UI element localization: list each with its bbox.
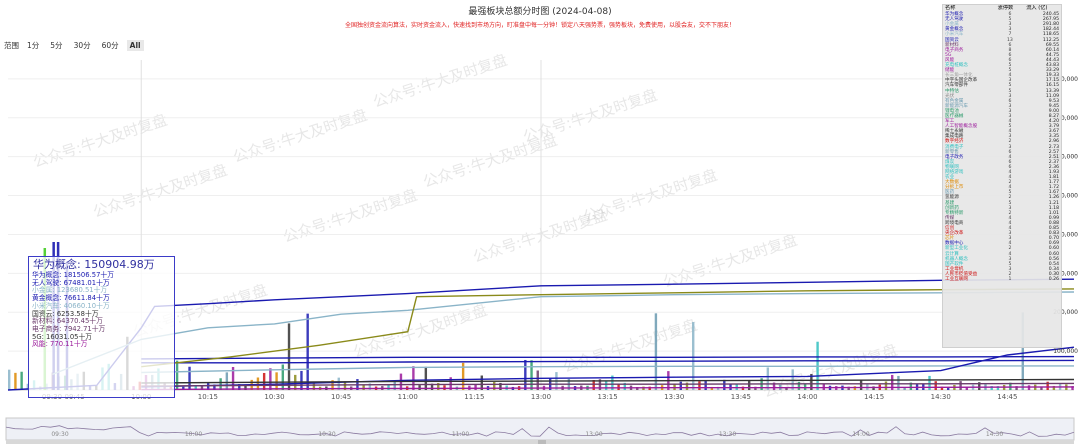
x-tick-label: 13:00 bbox=[531, 393, 551, 401]
navigator-tick-label: 09:30 bbox=[51, 431, 68, 438]
volume-bar bbox=[269, 368, 272, 390]
volume-bar bbox=[275, 372, 278, 390]
volume-bar bbox=[287, 323, 291, 390]
navigator-tick-label: 10:00 bbox=[185, 431, 202, 438]
volume-bar bbox=[698, 381, 701, 390]
legend-row[interactable]: 工业互联网 1 0.26 bbox=[943, 277, 1061, 282]
x-tick-label: 13:15 bbox=[598, 393, 618, 401]
tooltip-header: 华为概念: 150904.98万 bbox=[33, 258, 155, 271]
range-button-5m[interactable]: 5分 bbox=[47, 39, 65, 52]
volume-bar bbox=[797, 381, 801, 390]
x-tick-label: 11:00 bbox=[398, 393, 418, 401]
volume-bar bbox=[530, 360, 533, 390]
navigator-tick-label: 11:00 bbox=[452, 431, 469, 438]
navigator-tick-label: 13:30 bbox=[719, 431, 736, 438]
series-line bbox=[141, 355, 1075, 360]
series-line bbox=[141, 386, 1075, 391]
volume-bar bbox=[959, 381, 962, 390]
chart-tooltip: 华为概念: 150904.98万 华为概念: 181506.57十万 无人驾驶: … bbox=[28, 256, 175, 398]
volume-bar bbox=[679, 381, 682, 390]
x-tick-label: 14:45 bbox=[997, 393, 1017, 401]
navigator-tick-label: 13:00 bbox=[585, 431, 602, 438]
y-tick-label: 100,000 bbox=[1053, 348, 1078, 355]
volume-bar bbox=[424, 366, 428, 390]
legend-name: 工业互联网 bbox=[945, 276, 968, 282]
volume-bar bbox=[225, 372, 229, 390]
range-button-60m[interactable]: 60分 bbox=[99, 39, 122, 52]
volume-bar bbox=[704, 380, 707, 390]
volume-bar bbox=[604, 381, 608, 390]
navigator-tick-label: 14:00 bbox=[852, 431, 869, 438]
volume-bar bbox=[256, 377, 260, 390]
volume-bar bbox=[884, 381, 888, 390]
navigator-handle[interactable] bbox=[538, 440, 546, 444]
legend-panel: 名称 涨停数 流入 (亿) 华为概念 6 240.45 无人驾驶 5 267.95 小金属 3… bbox=[942, 4, 1062, 348]
range-button-all[interactable]: All bbox=[126, 40, 144, 51]
volume-bar bbox=[617, 384, 620, 390]
volume-bar bbox=[306, 313, 309, 390]
x-tick-label: 14:15 bbox=[864, 393, 884, 401]
volume-bar bbox=[8, 369, 11, 390]
volume-bar bbox=[822, 383, 826, 390]
navigator-tick-label: 10:30 bbox=[318, 431, 335, 438]
volume-bar bbox=[418, 385, 421, 390]
volume-bar bbox=[300, 370, 303, 390]
x-tick-label: 10:15 bbox=[198, 393, 218, 401]
x-tick-label: 14:30 bbox=[931, 393, 951, 401]
volume-bar bbox=[281, 364, 285, 390]
x-tick-label: 13:45 bbox=[731, 393, 751, 401]
volume-bar bbox=[692, 322, 695, 390]
volume-bar bbox=[20, 371, 23, 390]
volume-bar bbox=[654, 313, 658, 390]
volume-bar bbox=[536, 370, 539, 390]
range-button-30m[interactable]: 30分 bbox=[71, 39, 94, 52]
volume-bar bbox=[474, 384, 477, 390]
x-axis-ticks: 09:3009:4510:0010:1510:3010:4511:0011:15… bbox=[42, 393, 1018, 401]
x-tick-label: 13:30 bbox=[664, 393, 684, 401]
legend-value: 0.26 bbox=[1048, 276, 1059, 282]
range-label: 范围 bbox=[4, 41, 19, 50]
volume-bar bbox=[262, 372, 266, 390]
series-line bbox=[141, 359, 1075, 364]
navigator-scrollbar[interactable]: 09:30 10:00 10:30 11:00 13:00 13:30 14:00 14:30 bbox=[0, 416, 1080, 444]
volume-bar bbox=[412, 366, 415, 390]
x-tick-label: 10:45 bbox=[331, 393, 351, 401]
legend-rows: 华为概念 6 240.45 无人驾驶 5 267.95 小金属 3 291.80 黄金概念 3 182… bbox=[943, 12, 1061, 282]
volume-bar bbox=[729, 383, 732, 390]
navigator-tick-label: 14:30 bbox=[986, 431, 1003, 438]
x-tick-label: 11:15 bbox=[464, 393, 484, 401]
range-button-1m[interactable]: 1分 bbox=[24, 39, 42, 52]
range-selector: 范围 1分 5分 30分 60分 All bbox=[4, 39, 144, 52]
volume-bar bbox=[747, 380, 751, 390]
series-line bbox=[141, 288, 1075, 368]
legend-count: 1 bbox=[1008, 276, 1012, 282]
x-tick-label: 14:00 bbox=[797, 393, 817, 401]
tooltip-rows: 华为概念: 181506.57十万 无人驾驶: 67481.01十万 小金属: 12… bbox=[29, 271, 174, 349]
volume-bar bbox=[219, 378, 222, 390]
volume-bar bbox=[14, 372, 17, 390]
tooltip-row: 风能: 770.11十万 bbox=[32, 340, 88, 349]
volume-bar bbox=[362, 385, 365, 390]
navigator-track bbox=[5, 417, 1075, 441]
volume-bar bbox=[934, 381, 937, 390]
chart-subtitle: 全国独创资金流向算法，实时资金流入，快速找到市场方向，盯准盘中每一分钟！锁定八天… bbox=[344, 22, 735, 29]
volume-bar bbox=[524, 359, 527, 390]
volume-bar bbox=[859, 379, 863, 390]
chart-title: 最强板块总额分时图 (2024-04-08) bbox=[468, 7, 612, 17]
x-tick-label: 10:30 bbox=[264, 393, 284, 401]
volume-bar bbox=[723, 379, 726, 390]
series-line bbox=[141, 378, 1075, 384]
volume-bar bbox=[766, 367, 770, 390]
